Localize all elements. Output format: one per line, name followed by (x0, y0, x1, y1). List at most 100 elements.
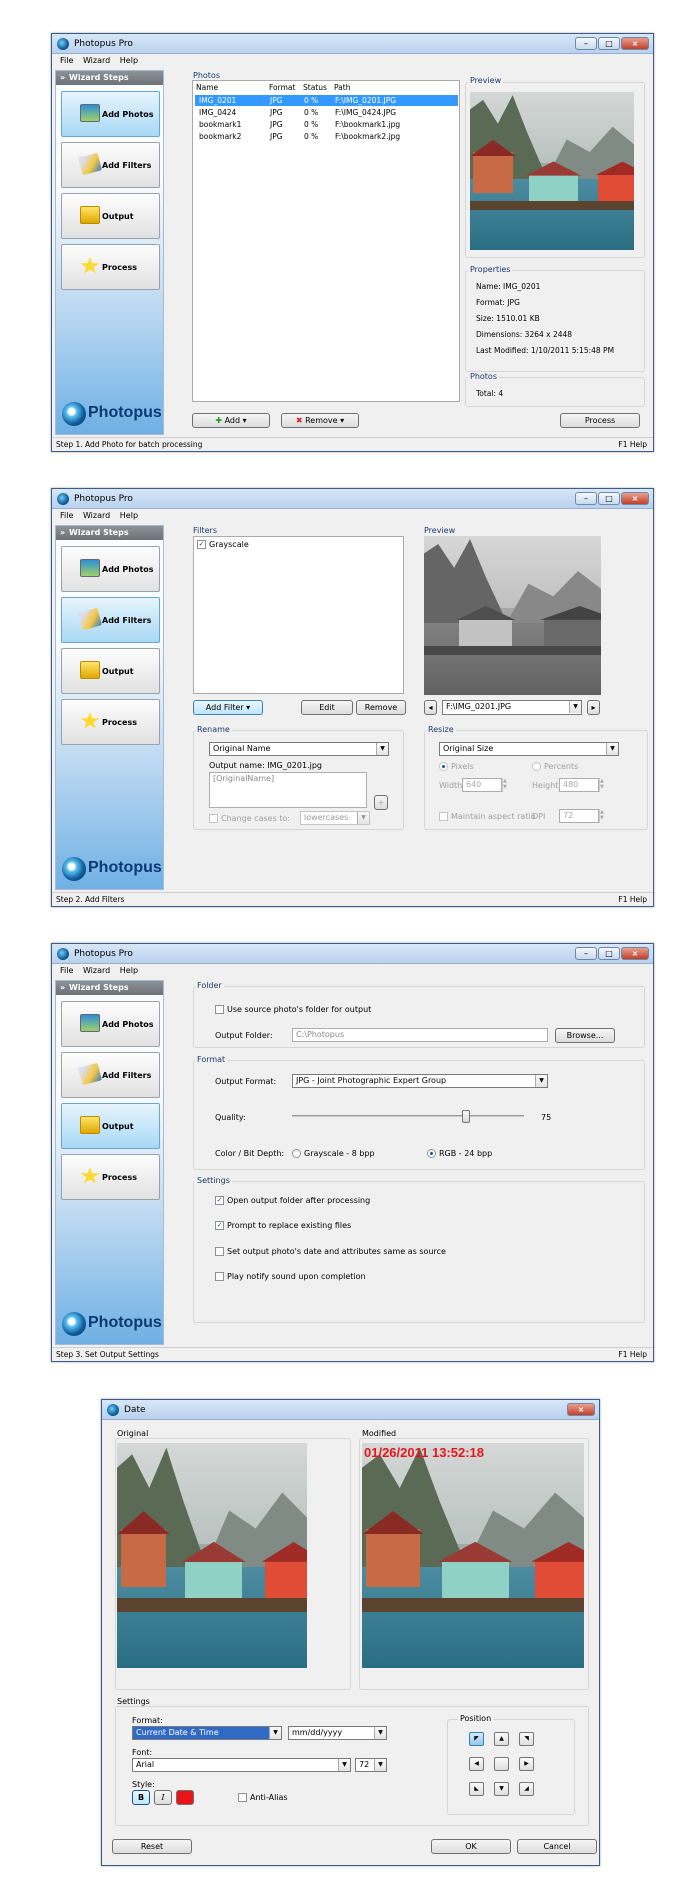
setting-checkbox[interactable] (215, 1272, 224, 1281)
format-value: Current Date & Time (136, 1728, 219, 1737)
minimize-icon[interactable]: – (575, 37, 597, 50)
minimize-icon[interactable]: – (575, 492, 597, 505)
step-process[interactable]: Process (61, 699, 160, 745)
cancel-button[interactable]: Cancel (517, 1839, 597, 1854)
maximize-icon[interactable]: □ (598, 947, 620, 960)
position-top-left[interactable]: ◤ (469, 1732, 484, 1746)
rgb-radio[interactable] (427, 1149, 436, 1158)
setting-checkbox[interactable] (215, 1247, 224, 1256)
resize-select[interactable]: Original Size ▼ (439, 742, 619, 756)
color-swatch-button[interactable] (176, 1790, 194, 1805)
position-bottom-center[interactable]: ▼ (494, 1782, 509, 1796)
dpi-spinner[interactable]: ▲ ▼ (599, 809, 608, 823)
ok-button[interactable]: OK (431, 1839, 511, 1854)
col-status[interactable]: Status (303, 83, 327, 92)
step-add-photos[interactable]: Add Photos (61, 546, 160, 592)
italic-button[interactable]: I (154, 1790, 172, 1805)
prop-dimensions: Dimensions: 3264 x 2448 (476, 330, 573, 339)
anti-alias-checkbox[interactable] (238, 1793, 247, 1802)
reset-button[interactable]: Reset (112, 1839, 192, 1854)
rename-select[interactable]: Original Name ▼ (209, 742, 389, 756)
output-format-select[interactable]: JPG - Joint Photographic Expert Group ▼ (292, 1074, 548, 1088)
position-top-center[interactable]: ▲ (494, 1732, 509, 1746)
use-source-checkbox[interactable] (215, 1005, 224, 1014)
process-button[interactable]: Process (560, 413, 640, 428)
maintain-aspect-checkbox[interactable] (439, 812, 448, 821)
prev-image-button[interactable]: ◂ (424, 700, 437, 715)
col-path[interactable]: Path (334, 83, 350, 92)
step-output[interactable]: Output (61, 1103, 160, 1149)
minimize-icon[interactable]: – (575, 947, 597, 960)
width-input[interactable]: 640 (462, 778, 502, 792)
maximize-icon[interactable]: □ (598, 492, 620, 505)
next-image-button[interactable]: ▸ (587, 700, 600, 715)
maximize-icon[interactable]: □ (598, 37, 620, 50)
close-icon[interactable]: × (621, 37, 649, 50)
close-icon[interactable]: × (621, 947, 649, 960)
table-row[interactable]: IMG_0424 JPG 0 % F:\IMG_0424.JPG (195, 107, 458, 118)
menu-file[interactable]: File (60, 966, 73, 975)
photos-list[interactable]: Name Format Status Path IMG_0201 JPG 0 % F:… (192, 80, 460, 402)
add-button[interactable]: ✚ Add ▾ (192, 413, 270, 428)
step-add-filters[interactable]: Add Filters (61, 1052, 160, 1098)
position-center[interactable] (494, 1757, 509, 1771)
height-input[interactable]: 480 (559, 778, 599, 792)
step-output[interactable]: Output (61, 648, 160, 694)
step-output[interactable]: Output (61, 193, 160, 239)
close-icon[interactable]: × (567, 1403, 595, 1416)
bold-button[interactable]: B (132, 1790, 150, 1805)
setting-checkbox[interactable]: ✓ (215, 1221, 224, 1230)
close-icon[interactable]: × (621, 492, 649, 505)
step-process[interactable]: Process (61, 1154, 160, 1200)
col-format[interactable]: Format (269, 83, 295, 92)
insert-tag-button[interactable]: + (374, 795, 388, 810)
table-row[interactable]: bookmark1 JPG 0 % F:\bookmark1.jpg (195, 119, 458, 130)
format-select[interactable]: Current Date & Time ▼ (132, 1726, 282, 1740)
add-filter-button[interactable]: Add Filter ▾ (193, 700, 263, 715)
step-add-filters[interactable]: Add Filters (61, 142, 160, 188)
table-row[interactable]: IMG_0201 JPG 0 % F:\IMG_0201.JPG (195, 95, 458, 106)
position-middle-right[interactable]: ▶ (519, 1757, 534, 1771)
position-top-right[interactable]: ◥ (519, 1732, 534, 1746)
preview-file-select[interactable]: F:\IMG_0201.JPG ▼ (442, 700, 582, 715)
grayscale-checkbox[interactable]: ✓ (197, 540, 206, 549)
step-process[interactable]: Process (61, 244, 160, 290)
step-add-filters[interactable]: Add Filters (61, 597, 160, 643)
quality-slider-thumb[interactable] (462, 1110, 470, 1123)
menu-wizard[interactable]: Wizard (83, 511, 110, 520)
rename-pattern-input[interactable]: [OriginalName] (209, 772, 367, 808)
percents-radio[interactable] (532, 762, 541, 771)
change-cases-checkbox[interactable] (209, 814, 218, 823)
font-size-select[interactable]: 72 ▼ (355, 1758, 387, 1772)
filters-list[interactable]: ✓ Grayscale (193, 536, 404, 694)
menu-wizard[interactable]: Wizard (83, 56, 110, 65)
step-add-photos[interactable]: Add Photos (61, 91, 160, 137)
menu-file[interactable]: File (60, 511, 73, 520)
menu-file[interactable]: File (60, 56, 73, 65)
menu-help[interactable]: Help (120, 56, 138, 65)
setting-checkbox[interactable]: ✓ (215, 1196, 224, 1205)
edit-button[interactable]: Edit (301, 700, 353, 715)
width-spinner[interactable]: ▲ ▼ (502, 778, 511, 792)
remove-button[interactable]: Remove (356, 700, 406, 715)
position-bottom-left[interactable]: ◣ (469, 1782, 484, 1796)
quality-slider[interactable] (292, 1110, 524, 1123)
browse-button[interactable]: Browse... (555, 1028, 615, 1043)
menu-wizard[interactable]: Wizard (83, 966, 110, 975)
date-format-select[interactable]: mm/dd/yyyy ▼ (288, 1726, 387, 1740)
pixels-radio[interactable] (439, 762, 448, 771)
cases-select[interactable]: lowercases ▼ (300, 811, 370, 825)
step-add-photos[interactable]: Add Photos (61, 1001, 160, 1047)
remove-button[interactable]: ✖ Remove ▾ (281, 413, 359, 428)
grayscale-radio[interactable] (292, 1149, 301, 1158)
table-row[interactable]: bookmark2 JPG 0 % F:\bookmark2.jpg (195, 131, 458, 142)
height-spinner[interactable]: ▲ ▼ (599, 778, 608, 792)
dpi-input[interactable]: 72 (559, 809, 599, 823)
col-name[interactable]: Name (196, 83, 218, 92)
menu-help[interactable]: Help (120, 966, 138, 975)
menu-help[interactable]: Help (120, 511, 138, 520)
position-bottom-right[interactable]: ◢ (519, 1782, 534, 1796)
font-select[interactable]: Arial ▼ (132, 1758, 351, 1772)
output-folder-input[interactable]: C:\Photopus (292, 1028, 548, 1042)
position-middle-left[interactable]: ◀ (469, 1757, 484, 1771)
